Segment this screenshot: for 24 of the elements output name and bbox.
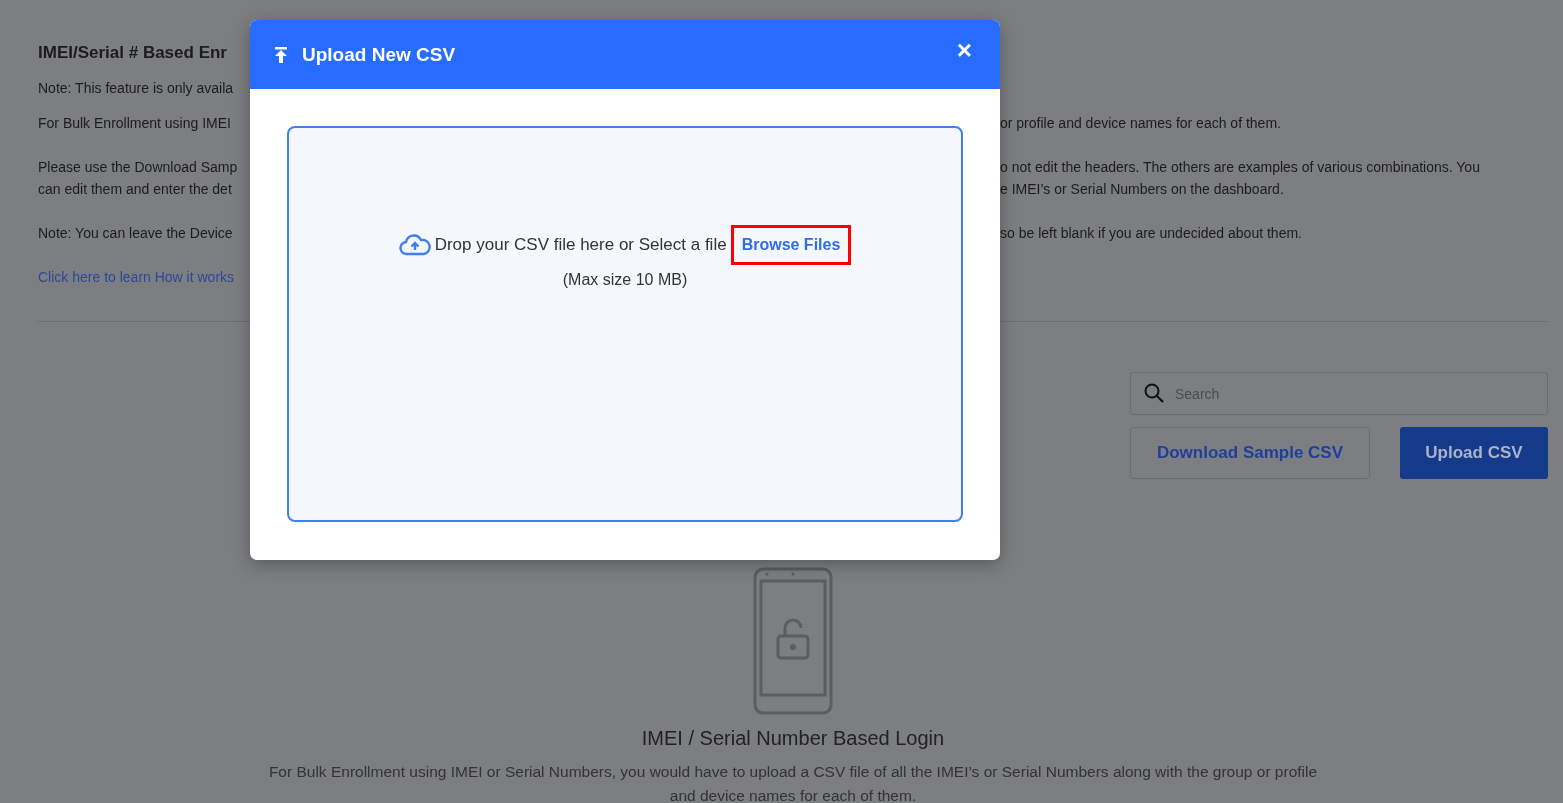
note-text: or profile and device names for each of them. — [1000, 114, 1282, 133]
note-text: Note: This feature is only availa — [38, 79, 235, 98]
max-size-text: (Max size 10 MB) — [562, 271, 688, 289]
phone-lock-icon — [753, 567, 833, 715]
close-button[interactable]: × — [952, 35, 976, 66]
note-text: o not edit the headers. The others are examples of various combinations. You — [1000, 158, 1481, 177]
empty-state-title: IMEI / Serial Number Based Login — [641, 727, 945, 750]
page-heading: IMEI/Serial # Based Enr — [38, 42, 227, 64]
upload-icon — [274, 46, 288, 63]
browse-files-button[interactable]: Browse Files — [730, 225, 852, 265]
drop-instruction: Drop your CSV file here or Select a file — [434, 235, 727, 255]
note-text: Note: You can leave the Device — [38, 224, 234, 243]
drop-zone[interactable]: Drop your CSV file here or Select a file Browse Files (Max size 10 MB) — [287, 126, 963, 522]
note-text: so be left blank if you are undecided about them. — [1000, 224, 1303, 243]
note-text: For Bulk Enrollment using IMEI — [38, 114, 232, 133]
cloud-upload-icon — [398, 234, 431, 256]
dialog-title: Upload New CSV — [302, 43, 457, 66]
download-sample-button[interactable]: Download Sample CSV — [1130, 427, 1370, 479]
upload-button[interactable]: Upload CSV — [1400, 427, 1548, 479]
search-icon — [1143, 382, 1165, 404]
note-text: Please use the Download Samp — [38, 158, 239, 177]
note-text: e IMEI’s or Serial Numbers on the dashboard. — [1000, 180, 1285, 199]
empty-state-text: For Bulk Enrollment using IMEI or Serial Numbers, you would have to upload a CSV file of all the IMEI’s or Serial Numbers along with the group or profile and device names for each of them. — [267, 762, 1319, 803]
note-text: can edit them and enter the det — [38, 180, 233, 199]
